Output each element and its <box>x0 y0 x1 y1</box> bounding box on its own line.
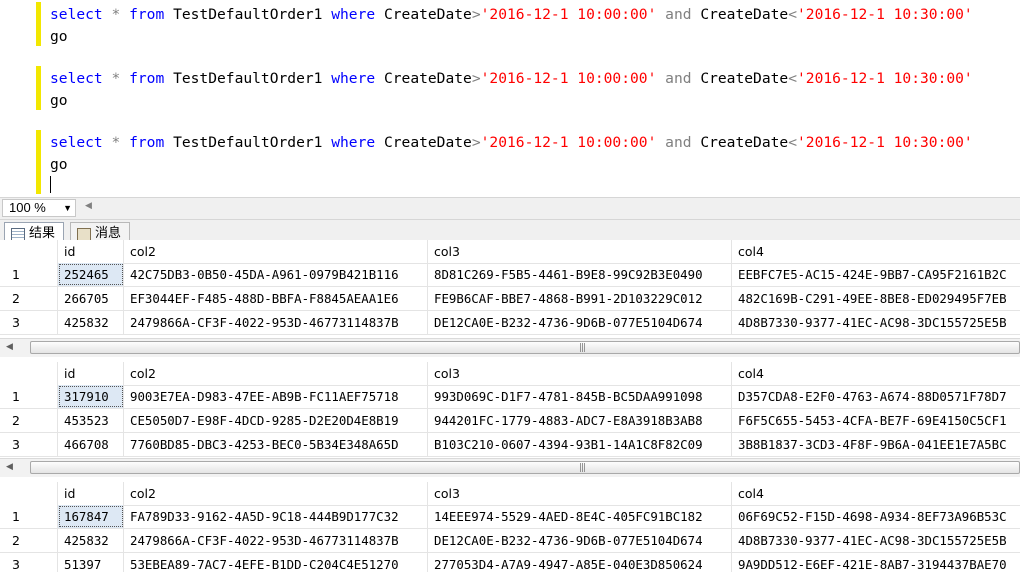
query-line[interactable]: select * from TestDefaultOrder1 where Cr… <box>50 4 973 26</box>
result-grid-2[interactable]: id col2 col3 col4 1 317910 9003E7EA-D983… <box>0 362 1020 459</box>
sql-editor[interactable]: select * from TestDefaultOrder1 where Cr… <box>0 0 1020 196</box>
table-cell[interactable]: 9003E7EA-D983-47EE-AB9B-FC11AEF75718 <box>124 385 428 408</box>
grip-icon: ||| <box>579 343 586 353</box>
column-header[interactable]: col2 <box>124 362 428 385</box>
table-cell[interactable]: 482C169B-C291-49EE-8BE8-ED029495F7EB <box>732 287 1020 310</box>
result-grid-3[interactable]: id col2 col3 col4 1 167847 FA789D33-9162… <box>0 482 1020 572</box>
table-cell[interactable]: DE12CA0E-B232-4736-9D6B-077E5104D674 <box>428 311 732 334</box>
grip-icon: ||| <box>579 463 586 473</box>
go-line[interactable]: go <box>50 90 68 112</box>
table-cell[interactable]: 252465 <box>58 263 124 286</box>
row-number[interactable]: 1 <box>0 385 58 408</box>
table-cell[interactable]: 9A9DD512-E6EF-421E-8AB7-3194437BAE70 <box>732 553 1020 572</box>
header-row: id col2 col3 col4 <box>0 482 1020 506</box>
row-number[interactable]: 1 <box>0 263 58 286</box>
column-header[interactable]: id <box>58 240 124 263</box>
column-header[interactable]: col3 <box>428 240 732 263</box>
scroll-left-icon[interactable]: ◀ <box>85 201 92 211</box>
table-row[interactable]: 3 51397 53EBEA89-7AC7-4EFE-B1DD-C204C4E5… <box>0 553 1020 572</box>
column-header[interactable]: col4 <box>732 240 1020 263</box>
table-cell[interactable]: 4D8B7330-9377-41EC-AC98-3DC155725E5B <box>732 311 1020 334</box>
table-cell[interactable]: 51397 <box>58 553 124 572</box>
row-number[interactable]: 3 <box>0 553 58 572</box>
row-number[interactable]: 3 <box>0 311 58 334</box>
zoom-select[interactable]: 100 % ▼ <box>2 199 76 217</box>
table-row[interactable]: 3 466708 7760BD85-DBC3-4253-BEC0-5B34E34… <box>0 433 1020 457</box>
zoom-bar: 100 % ▼ ◀ <box>0 197 1020 220</box>
table-cell[interactable]: EEBFC7E5-AC15-424E-9BB7-CA95F2161B2C <box>732 263 1020 286</box>
table-cell[interactable]: 317910 <box>58 385 124 408</box>
row-number[interactable]: 2 <box>0 529 58 552</box>
column-header[interactable]: col4 <box>732 482 1020 505</box>
column-header[interactable]: id <box>58 362 124 385</box>
header-row: id col2 col3 col4 <box>0 240 1020 264</box>
row-number[interactable]: 1 <box>0 505 58 528</box>
scroll-left-icon[interactable]: ◀ <box>6 342 13 352</box>
table-cell[interactable]: FE9B6CAF-BBE7-4868-B991-2D103229C012 <box>428 287 732 310</box>
table-cell[interactable]: EF3044EF-F485-488D-BBFA-F8845AEAA1E6 <box>124 287 428 310</box>
chevron-down-icon[interactable]: ▼ <box>63 200 72 216</box>
table-row[interactable]: 2 453523 CE5050D7-E98F-4DCD-9285-D2E20D4… <box>0 409 1020 433</box>
table-cell[interactable]: 06F69C52-F15D-4698-A934-8EF73A96B53C <box>732 505 1020 528</box>
table-cell[interactable]: 425832 <box>58 529 124 552</box>
table-row[interactable]: 1 317910 9003E7EA-D983-47EE-AB9B-FC11AEF… <box>0 385 1020 409</box>
table-cell[interactable]: 466708 <box>58 433 124 456</box>
query-line[interactable]: select * from TestDefaultOrder1 where Cr… <box>50 132 973 154</box>
table-cell[interactable]: 3B8B1837-3CD3-4F8F-9B6A-041EE1E7A5BC <box>732 433 1020 456</box>
scroll-thumb[interactable]: ||| <box>30 461 1020 474</box>
result-grid-1[interactable]: id col2 col3 col4 1 252465 42C75DB3-0B50… <box>0 240 1020 338</box>
table-cell[interactable]: 4D8B7330-9377-41EC-AC98-3DC155725E5B <box>732 529 1020 552</box>
horizontal-scrollbar[interactable]: ◀ ||| <box>0 458 1020 477</box>
query-line[interactable]: select * from TestDefaultOrder1 where Cr… <box>50 68 973 90</box>
table-cell[interactable]: FA789D33-9162-4A5D-9C18-444B9D177C32 <box>124 505 428 528</box>
row-number[interactable]: 2 <box>0 287 58 310</box>
table-cell[interactable]: 7760BD85-DBC3-4253-BEC0-5B34E348A65D <box>124 433 428 456</box>
change-marker <box>36 2 41 46</box>
table-cell[interactable]: 8D81C269-F5B5-4461-B9E8-99C92B3E0490 <box>428 263 732 286</box>
table-cell[interactable]: 993D069C-D1F7-4781-845B-BC5DAA991098 <box>428 385 732 408</box>
table-cell[interactable]: 266705 <box>58 287 124 310</box>
header-row: id col2 col3 col4 <box>0 362 1020 386</box>
table-cell[interactable]: 2479866A-CF3F-4022-953D-46773114837B <box>124 529 428 552</box>
change-marker <box>36 66 41 110</box>
zoom-value: 100 % <box>9 200 46 215</box>
table-row[interactable]: 2 425832 2479866A-CF3F-4022-953D-4677311… <box>0 529 1020 553</box>
table-cell[interactable]: 944201FC-1779-4883-ADC7-E8A3918B3AB8 <box>428 409 732 432</box>
table-cell[interactable]: F6F5C655-5453-4CFA-BE7F-69E4150C5CF1 <box>732 409 1020 432</box>
table-row[interactable]: 3 425832 2479866A-CF3F-4022-953D-4677311… <box>0 311 1020 335</box>
column-header[interactable]: col3 <box>428 362 732 385</box>
change-marker <box>36 130 41 194</box>
table-cell[interactable]: 53EBEA89-7AC7-4EFE-B1DD-C204C4E51270 <box>124 553 428 572</box>
horizontal-scrollbar[interactable]: ◀ ||| <box>0 338 1020 357</box>
table-row[interactable]: 1 252465 42C75DB3-0B50-45DA-A961-0979B42… <box>0 263 1020 287</box>
column-header[interactable]: col3 <box>428 482 732 505</box>
column-header[interactable]: col4 <box>732 362 1020 385</box>
table-cell[interactable]: 14EEE974-5529-4AED-8E4C-405FC91BC182 <box>428 505 732 528</box>
table-cell[interactable]: D357CDA8-E2F0-4763-A674-88D0571F78D7 <box>732 385 1020 408</box>
go-line[interactable]: go <box>50 154 68 176</box>
table-cell[interactable]: CE5050D7-E98F-4DCD-9285-D2E20D4E8B19 <box>124 409 428 432</box>
table-row[interactable]: 1 167847 FA789D33-9162-4A5D-9C18-444B9D1… <box>0 505 1020 529</box>
column-header[interactable]: col2 <box>124 240 428 263</box>
scroll-thumb[interactable]: ||| <box>30 341 1020 354</box>
go-line[interactable]: go <box>50 26 68 48</box>
table-cell[interactable]: 425832 <box>58 311 124 334</box>
table-cell[interactable]: 277053D4-A7A9-4947-A85E-040E3D850624 <box>428 553 732 572</box>
column-header[interactable]: col2 <box>124 482 428 505</box>
table-row[interactable]: 2 266705 EF3044EF-F485-488D-BBFA-F8845AE… <box>0 287 1020 311</box>
scroll-left-icon[interactable]: ◀ <box>6 462 13 472</box>
table-cell[interactable]: DE12CA0E-B232-4736-9D6B-077E5104D674 <box>428 529 732 552</box>
table-cell[interactable]: 453523 <box>58 409 124 432</box>
text-caret <box>50 176 51 193</box>
table-cell[interactable]: 167847 <box>58 505 124 528</box>
column-header[interactable]: id <box>58 482 124 505</box>
table-cell[interactable]: 2479866A-CF3F-4022-953D-46773114837B <box>124 311 428 334</box>
table-cell[interactable]: 42C75DB3-0B50-45DA-A961-0979B421B116 <box>124 263 428 286</box>
row-number[interactable]: 3 <box>0 433 58 456</box>
table-cell[interactable]: B103C210-0607-4394-93B1-14A1C8F82C09 <box>428 433 732 456</box>
row-number[interactable]: 2 <box>0 409 58 432</box>
